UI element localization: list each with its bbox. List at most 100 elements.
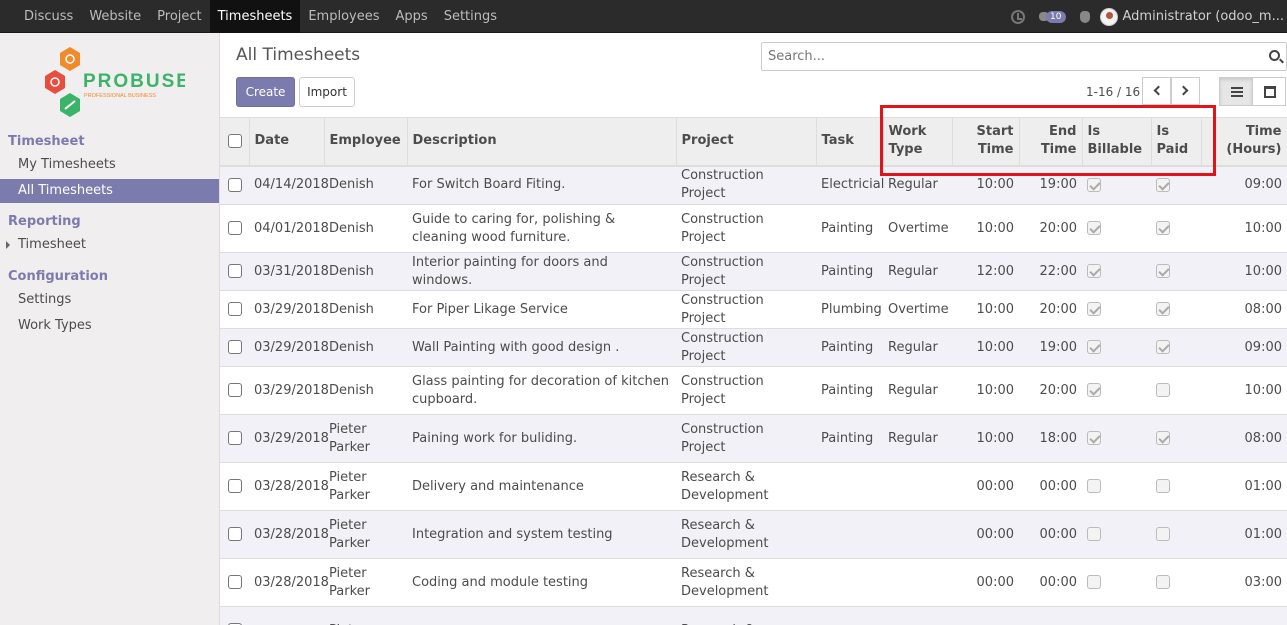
cell-employee: Denish	[324, 165, 407, 205]
cell-work-type: Regular	[883, 165, 952, 205]
user-menu[interactable]: Administrator (odoo_m...	[1099, 7, 1285, 26]
import-button[interactable]: Import	[299, 77, 355, 107]
cell-project: Construction Project	[676, 290, 816, 329]
list-view-button[interactable]	[1219, 77, 1253, 106]
select-all-checkbox[interactable]	[228, 133, 242, 148]
column-description[interactable]: Description	[407, 117, 677, 167]
column-work-type[interactable]: Work Type	[883, 117, 953, 167]
menu-settings[interactable]: Settings	[436, 0, 505, 33]
row-select-cell	[220, 606, 249, 625]
menu-apps[interactable]: Apps	[388, 0, 436, 33]
cell-is-paid	[1151, 328, 1201, 367]
search-input[interactable]	[762, 43, 1242, 70]
cell-description: Wall Painting with good design .	[407, 328, 676, 367]
row-checkbox[interactable]	[228, 177, 242, 192]
row-select-cell	[220, 290, 249, 329]
cell-end-time: 22:00	[1019, 252, 1082, 291]
column-employee[interactable]: Employee	[324, 117, 408, 167]
row-checkbox[interactable]	[228, 575, 242, 589]
table-row[interactable]: 03/29/2018 Denish For Piper Likage Service…	[220, 290, 1287, 329]
menu-website[interactable]: Website	[81, 0, 149, 33]
cell-date: 03/28/2018	[249, 510, 329, 559]
section-reporting: Reporting	[8, 214, 81, 229]
cell-description: Coding and module testing	[407, 558, 676, 607]
table-row[interactable]: 03/29/2018 Pieter Parker Paining work for …	[220, 414, 1287, 463]
row-checkbox[interactable]	[228, 527, 242, 541]
user-name: Administrator (odoo_m...	[1122, 9, 1285, 24]
row-checkbox[interactable]	[228, 479, 242, 493]
cell-is-billable	[1082, 510, 1151, 559]
is-billable-checkbox	[1087, 575, 1101, 589]
cell-date: 03/29/2018	[249, 290, 329, 329]
cell-is-paid	[1151, 204, 1201, 253]
column-time-hours[interactable]: Time (Hours)	[1201, 117, 1287, 167]
column-task[interactable]: Task	[816, 117, 884, 167]
table-row[interactable]: Pieter Research &	[220, 606, 1287, 625]
search-icon[interactable]	[1269, 50, 1280, 61]
cell-employee: Pieter Parker	[324, 414, 407, 463]
cell-date: 04/14/2018	[249, 165, 329, 205]
table-row[interactable]: 03/28/2018 Pieter Parker Integration and s…	[220, 510, 1287, 559]
is-paid-checkbox	[1156, 264, 1170, 278]
sidebar-item-timesheet-report[interactable]: Timesheet	[0, 233, 219, 257]
cell-end-time: 19:00	[1019, 165, 1082, 205]
table-row[interactable]: 04/01/2018 Denish Guide to caring for, pol…	[220, 204, 1287, 253]
is-billable-checkbox	[1087, 340, 1101, 354]
row-checkbox[interactable]	[228, 264, 242, 278]
cell-work-type	[883, 462, 952, 511]
menu-employees[interactable]: Employees	[300, 0, 387, 33]
cell-time-hours: 03:00	[1201, 558, 1287, 607]
row-select-cell	[220, 366, 249, 415]
table-row[interactable]: 04/14/2018 Denish For Switch Board Fiting.…	[220, 165, 1287, 205]
row-checkbox[interactable]	[228, 221, 242, 235]
clock-icon[interactable]	[1011, 9, 1026, 24]
pager-value[interactable]: 1-16 / 16	[1086, 85, 1140, 99]
cell-employee: Denish	[324, 290, 407, 329]
column-project[interactable]: Project	[676, 117, 817, 167]
column-end-time[interactable]: End Time	[1019, 117, 1083, 167]
menu-timesheets[interactable]: Timesheets	[209, 0, 301, 33]
is-billable-checkbox	[1087, 221, 1101, 235]
table-row[interactable]: 03/28/2018 Pieter Parker Delivery and main…	[220, 462, 1287, 511]
row-checkbox[interactable]	[228, 340, 242, 354]
messages-button[interactable]: 10	[1039, 10, 1066, 23]
cell-time-hours: 10:00	[1201, 252, 1287, 291]
row-select-cell	[220, 510, 249, 559]
calendar-view-button[interactable]	[1252, 77, 1286, 106]
is-paid-checkbox	[1156, 527, 1170, 541]
column-start-time[interactable]: Start Time	[952, 117, 1020, 167]
sidebar-item-all-timesheets[interactable]: All Timesheets	[0, 179, 219, 203]
column-date[interactable]: Date	[249, 117, 325, 167]
row-checkbox[interactable]	[228, 431, 242, 445]
sidebar-item-settings[interactable]: Settings	[0, 288, 219, 312]
table-row[interactable]: 03/29/2018 Denish Glass painting for decor…	[220, 366, 1287, 415]
control-panel: All Timesheets Create Import 1-16 / 16	[220, 33, 1287, 117]
cell-time-hours	[1201, 606, 1287, 625]
table-row[interactable]: 03/29/2018 Denish Wall Painting with good …	[220, 328, 1287, 367]
cell-work-type: Regular	[883, 328, 952, 367]
menu-project[interactable]: Project	[149, 0, 209, 33]
probuse-logo[interactable]: PROBUSE PROFESSIONAL BUSINESS	[40, 45, 185, 121]
is-billable-checkbox	[1087, 177, 1101, 192]
sidebar-item-my-timesheets[interactable]: My Timesheets	[0, 153, 219, 177]
column-is-paid[interactable]: Is Paid	[1151, 117, 1202, 167]
table-row[interactable]: 03/31/2018 Denish Interior painting for do…	[220, 252, 1287, 291]
row-select-cell	[220, 462, 249, 511]
cell-is-paid	[1151, 462, 1201, 511]
menu-discuss[interactable]: Discuss	[16, 0, 81, 33]
row-checkbox[interactable]	[228, 302, 242, 316]
cell-work-type: Regular	[883, 366, 952, 415]
sidebar-item-work-types[interactable]: Work Types	[0, 314, 219, 338]
column-is-billable[interactable]: Is Billable	[1082, 117, 1152, 167]
table-header: Date Employee Description Project Task W…	[220, 117, 1287, 167]
debug-bug-icon[interactable]	[1079, 10, 1090, 23]
create-button[interactable]: Create	[236, 77, 295, 107]
is-paid-checkbox	[1156, 575, 1170, 589]
pager-previous-button[interactable]	[1142, 77, 1171, 105]
pager-next-button[interactable]	[1171, 77, 1200, 105]
table-row[interactable]: 03/28/2018 Pieter Parker Coding and module…	[220, 558, 1287, 607]
cell-task	[816, 558, 883, 607]
cell-date: 03/29/2018	[249, 366, 329, 415]
sidebar: PROBUSE PROFESSIONAL BUSINESS Timesheet …	[0, 33, 220, 625]
row-checkbox[interactable]	[228, 383, 242, 397]
